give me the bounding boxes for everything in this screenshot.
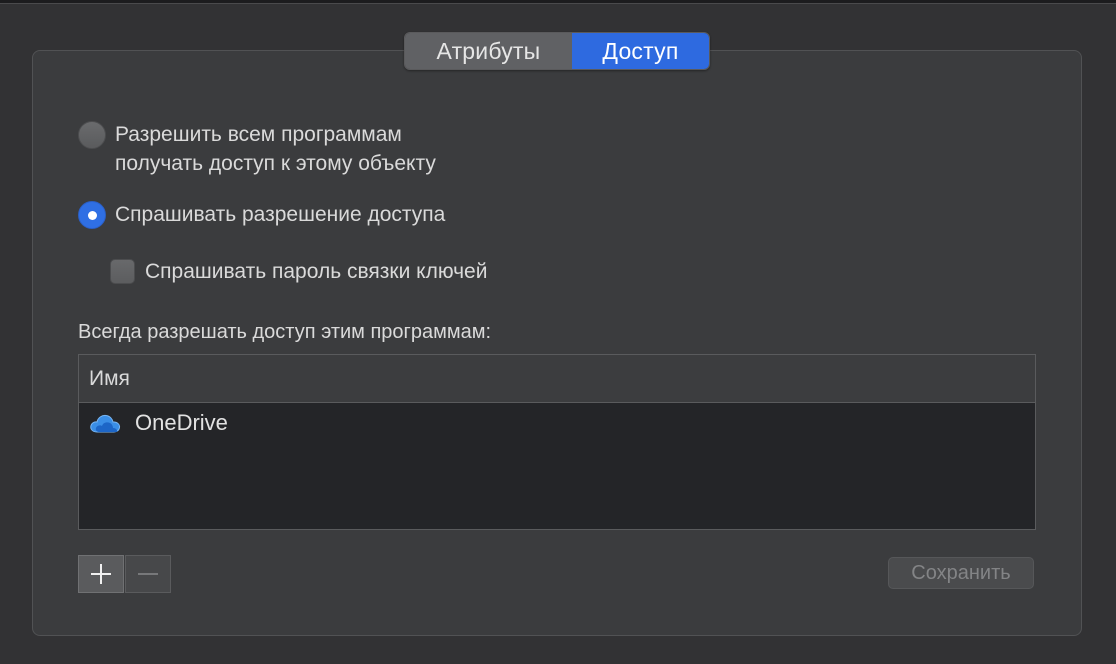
add-app-button[interactable] <box>78 555 124 593</box>
minus-icon <box>138 573 158 575</box>
plus-icon <box>91 564 111 584</box>
remove-app-button[interactable] <box>125 555 171 593</box>
app-name: OneDrive <box>135 410 228 435</box>
allow-all-radio[interactable] <box>78 121 106 149</box>
apps-table[interactable]: Имя OneDrive <box>78 354 1036 530</box>
table-row[interactable]: OneDrive <box>79 403 1035 443</box>
save-button[interactable]: Сохранить <box>888 557 1034 589</box>
column-header-name[interactable]: Имя <box>79 355 1035 403</box>
radio-selected-dot <box>87 210 97 220</box>
apps-list-heading: Всегда разрешать доступ этим программам: <box>78 321 492 343</box>
onedrive-cloud-icon <box>89 412 121 434</box>
ask-permission-label: Спрашивать разрешение доступа <box>115 203 446 226</box>
ask-keychain-password-checkbox[interactable] <box>110 259 135 284</box>
allow-all-label-line2: получать доступ к этому объекту <box>115 152 436 175</box>
tab-control: Атрибуты Доступ <box>404 32 710 70</box>
column-header-name-label: Имя <box>89 366 130 390</box>
allow-all-label-line1: Разрешить всем программам <box>115 123 402 146</box>
window-top-edge <box>0 0 1116 4</box>
ask-keychain-password-label: Спрашивать пароль связки ключей <box>145 260 488 283</box>
tab-access[interactable]: Доступ <box>571 33 709 69</box>
tab-attributes[interactable]: Атрибуты <box>405 33 572 69</box>
ask-permission-radio[interactable] <box>78 201 106 229</box>
allow-all-label: Разрешить всем программам получать досту… <box>115 120 436 178</box>
